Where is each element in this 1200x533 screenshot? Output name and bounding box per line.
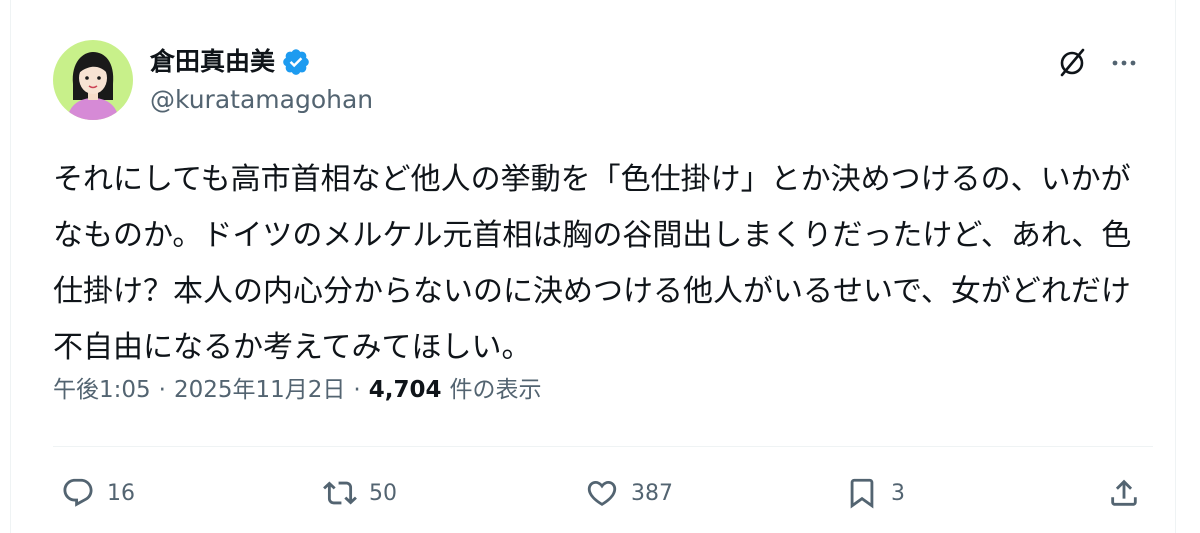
tweet-action-bar: 16 50 387 3 (51, 470, 1157, 516)
share-icon (1111, 479, 1137, 506)
grok-icon[interactable] (1055, 46, 1089, 80)
author-handle[interactable]: @kuratamagohan (150, 84, 373, 116)
reply-button[interactable]: 16 (61, 470, 135, 516)
author-display-name[interactable]: 倉田真由美 (150, 44, 275, 80)
tweet-top-actions (1055, 46, 1139, 80)
avatar[interactable] (53, 40, 133, 120)
author-name-row: 倉田真由美 (150, 44, 311, 80)
tweet-card: 倉田真由美 @kuratamagohan それにしても高市首相など他人の挙動を「… (10, 0, 1176, 533)
views-label: 件の表示 (449, 377, 542, 403)
bookmark-count: 3 (891, 480, 905, 506)
heart-icon (587, 480, 617, 506)
tweet-date[interactable]: 2025年11月2日 (174, 372, 345, 408)
tweet-meta: 午後1:05 · 2025年11月2日 · 4,704 件の表示 (53, 372, 541, 408)
verified-badge-icon[interactable] (281, 47, 311, 77)
bookmark-button[interactable]: 3 (845, 470, 905, 516)
like-count: 387 (631, 480, 673, 506)
divider (53, 446, 1153, 447)
bookmark-icon (850, 478, 874, 509)
reply-count: 16 (107, 480, 135, 506)
tweet-time[interactable]: 午後1:05 (53, 372, 151, 408)
tweet-text: それにしても高市首相など他人の挙動を「色仕掛け」とか決めつけるの、いかがなものか… (53, 162, 1132, 365)
like-button[interactable]: 387 (585, 470, 673, 516)
views-count[interactable]: 4,704 (369, 372, 442, 408)
avatar-illustration (53, 40, 133, 120)
more-icon[interactable] (1109, 48, 1139, 78)
meta-separator: · (158, 377, 166, 403)
share-button[interactable] (1107, 470, 1141, 516)
retweet-icon (323, 481, 357, 505)
reply-icon (63, 478, 93, 507)
retweet-button[interactable]: 50 (323, 470, 397, 516)
retweet-count: 50 (369, 480, 397, 506)
meta-separator: · (353, 377, 361, 403)
